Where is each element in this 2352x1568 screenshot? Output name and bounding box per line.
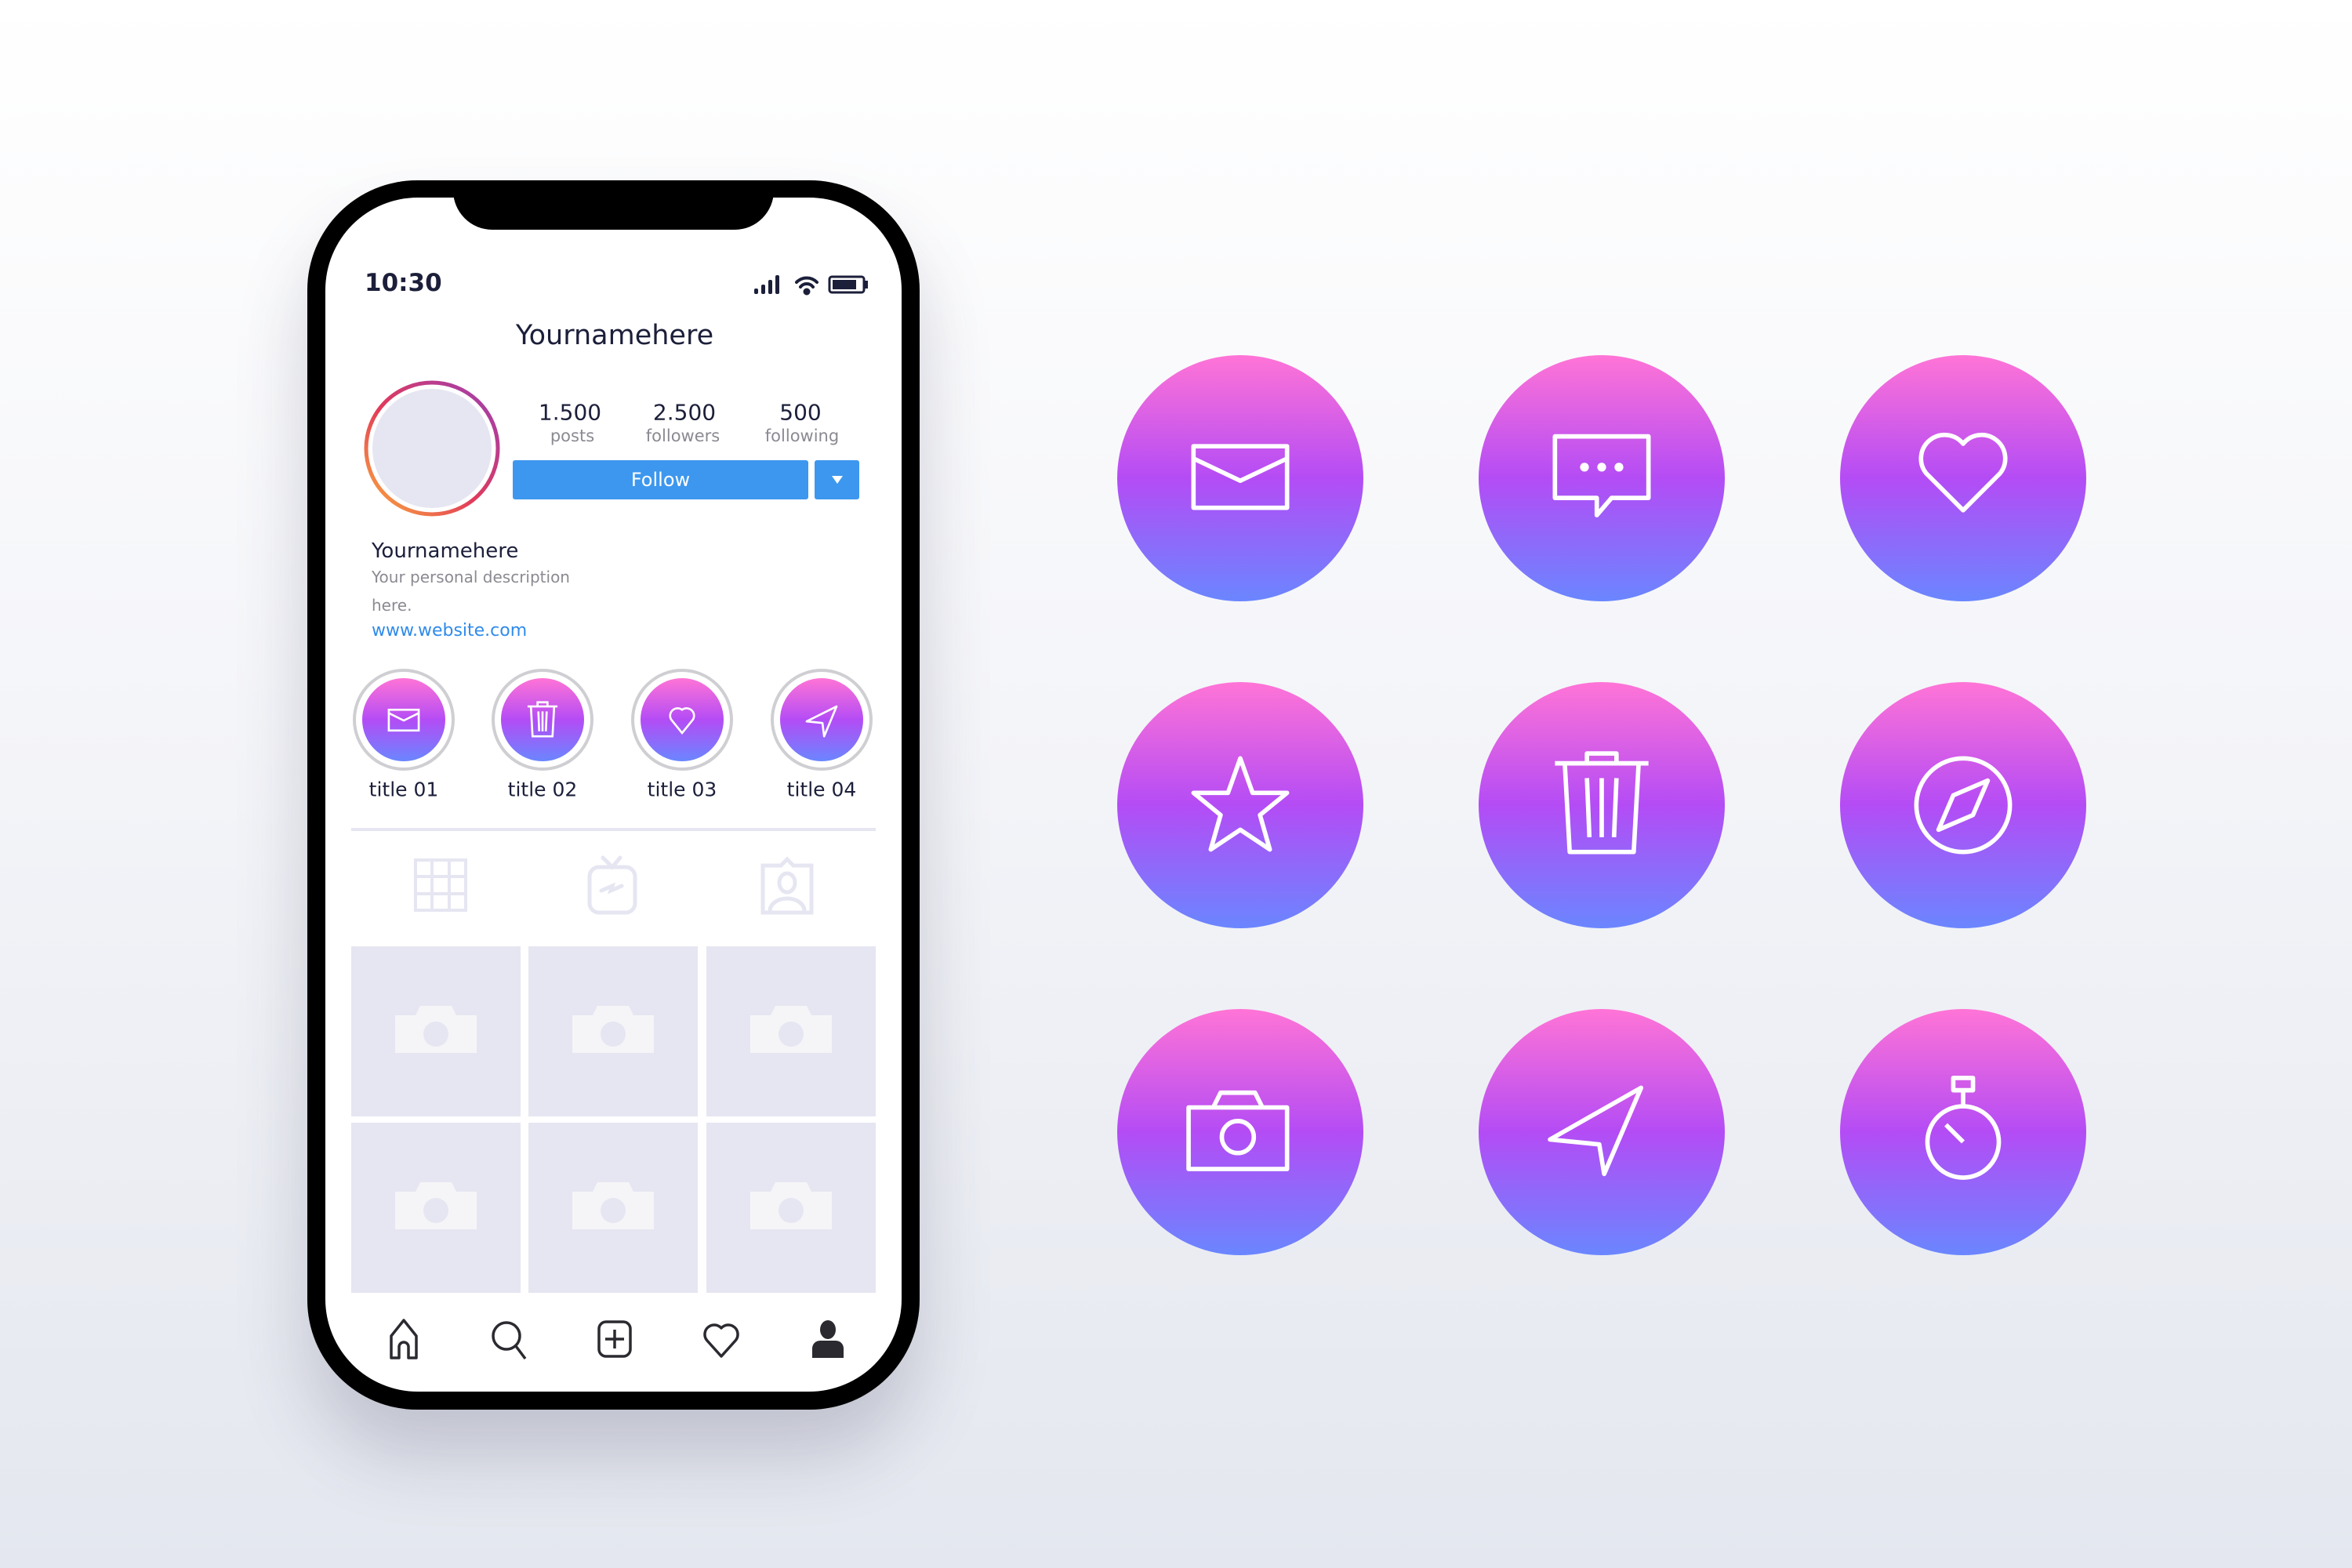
wifi-icon [795, 276, 818, 296]
send-icon [1548, 1085, 1644, 1177]
caret-down-icon [831, 476, 843, 484]
home-icon[interactable] [382, 1317, 426, 1361]
post-thumbnail[interactable] [528, 946, 698, 1116]
tagged-icon[interactable] [759, 855, 815, 916]
post-thumbnail[interactable] [706, 1123, 876, 1293]
compass-icon [1914, 756, 2013, 855]
stat-posts-label: posts [550, 426, 595, 445]
stat-following-value[interactable]: 500 [779, 400, 821, 426]
camera-icon [1186, 1090, 1290, 1171]
signal-icon [754, 275, 779, 294]
post-thumbnail[interactable] [351, 946, 521, 1116]
icon-circle-compass[interactable] [1840, 682, 2086, 928]
post-thumbnail[interactable] [528, 1123, 698, 1293]
highlight-title-4: title 04 [786, 778, 857, 801]
igtv-icon[interactable] [586, 855, 641, 916]
camera-placeholder-icon [750, 1182, 832, 1229]
status-time: 10:30 [365, 269, 442, 297]
stat-following-label[interactable]: following [765, 426, 839, 445]
mail-icon [1191, 444, 1290, 510]
star-icon [1191, 756, 1290, 852]
follow-dropdown-button[interactable] [815, 460, 859, 499]
icon-circle-heart[interactable] [1840, 355, 2086, 601]
mail-icon [387, 708, 420, 732]
profile-header-title: Yournamehere [515, 320, 714, 351]
battery-icon [828, 275, 868, 294]
profile-description-line1: Your personal description [372, 568, 570, 586]
chat-icon [1552, 434, 1651, 517]
icon-circle-timer[interactable] [1840, 1009, 2086, 1255]
camera-placeholder-icon [572, 1182, 654, 1229]
highlight-title-3: title 03 [647, 778, 717, 801]
camera-placeholder-icon [572, 1006, 654, 1053]
add-post-icon[interactable] [593, 1317, 637, 1361]
profile-website-link[interactable]: www.website.com [372, 621, 527, 641]
highlight-title-1: title 01 [368, 778, 439, 801]
highlight-3[interactable] [631, 669, 733, 771]
follow-button[interactable]: Follow [513, 460, 808, 499]
icon-circle-send[interactable] [1479, 1009, 1725, 1255]
highlight-title-2: title 02 [507, 778, 578, 801]
timer-icon [1925, 1076, 2002, 1180]
trash-icon [527, 701, 558, 738]
highlight-1[interactable] [353, 669, 455, 771]
divider [351, 828, 876, 831]
stat-followers-value[interactable]: 2.500 [653, 400, 716, 426]
camera-placeholder-icon [750, 1006, 832, 1053]
icon-circle-trash[interactable] [1479, 682, 1725, 928]
stat-followers-label[interactable]: followers [646, 426, 720, 445]
icon-circle-mail[interactable] [1117, 355, 1363, 601]
icon-circle-camera[interactable] [1117, 1009, 1363, 1255]
phone-notch [453, 180, 774, 230]
profile-name: Yournamehere [372, 539, 519, 563]
trash-icon [1555, 751, 1649, 855]
camera-placeholder-icon [395, 1006, 477, 1053]
heart-icon [1918, 432, 2008, 513]
profile-icon[interactable] [806, 1317, 850, 1361]
grid-icon[interactable] [413, 858, 468, 913]
activity-heart-icon[interactable] [699, 1317, 743, 1361]
heart-icon [669, 707, 695, 735]
highlight-2[interactable] [492, 669, 593, 771]
avatar[interactable] [363, 379, 501, 517]
status-icons [754, 275, 868, 296]
highlight-4[interactable] [771, 669, 873, 771]
post-thumbnail[interactable] [706, 946, 876, 1116]
icon-circle-star[interactable] [1117, 682, 1363, 928]
send-icon [805, 705, 838, 738]
icon-circle-chat[interactable] [1479, 355, 1725, 601]
stat-posts-value: 1.500 [538, 399, 602, 426]
search-icon[interactable] [488, 1317, 532, 1361]
camera-placeholder-icon [395, 1182, 477, 1229]
profile-description-line2: here. [372, 596, 412, 615]
post-thumbnail[interactable] [351, 1123, 521, 1293]
